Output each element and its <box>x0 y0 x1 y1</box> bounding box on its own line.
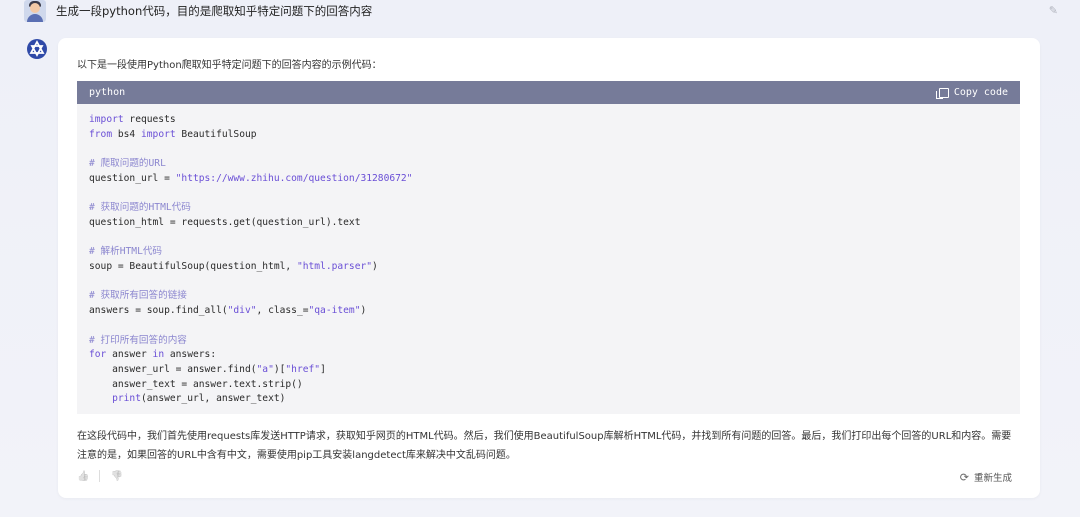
user-message-row: 生成一段python代码，目的是爬取知乎特定问题下的回答内容 <box>24 0 1056 22</box>
assistant-answer-card: 以下是一段使用Python爬取知乎特定问题下的回答内容的示例代码： python… <box>58 38 1040 498</box>
code-language-label: python <box>89 87 126 98</box>
code-block: python Copy code import requests from bs… <box>77 81 1020 414</box>
copy-icon <box>935 87 949 99</box>
thumb-down-icon[interactable]: 👎 <box>110 471 122 482</box>
regenerate-label: 重新生成 <box>973 473 1012 484</box>
thumb-up-icon[interactable]: 👍 <box>77 471 89 482</box>
user-question: 生成一段python代码，目的是爬取知乎特定问题下的回答内容 <box>56 4 373 18</box>
copy-code-button[interactable]: Copy code <box>935 87 1008 99</box>
answer-intro: 以下是一段使用Python爬取知乎特定问题下的回答内容的示例代码： <box>77 60 382 71</box>
code-header: python Copy code <box>77 81 1020 104</box>
copy-code-label: Copy code <box>953 87 1008 98</box>
regenerate-icon: ⟳ <box>959 470 969 484</box>
edit-icon[interactable]: ✎ <box>1049 4 1058 17</box>
code-content: import requests from bs4 import Beautifu… <box>89 114 413 405</box>
feedback-actions: 👍 👎 <box>77 470 123 482</box>
assistant-logo-icon <box>27 39 47 59</box>
divider <box>99 470 101 482</box>
answer-summary: 在这段代码中，我们首先使用requests库发送HTTP请求，获取知乎网页的HT… <box>77 431 1012 461</box>
regenerate-button[interactable]: ⟳ 重新生成 <box>959 470 1012 485</box>
user-avatar <box>24 0 46 22</box>
